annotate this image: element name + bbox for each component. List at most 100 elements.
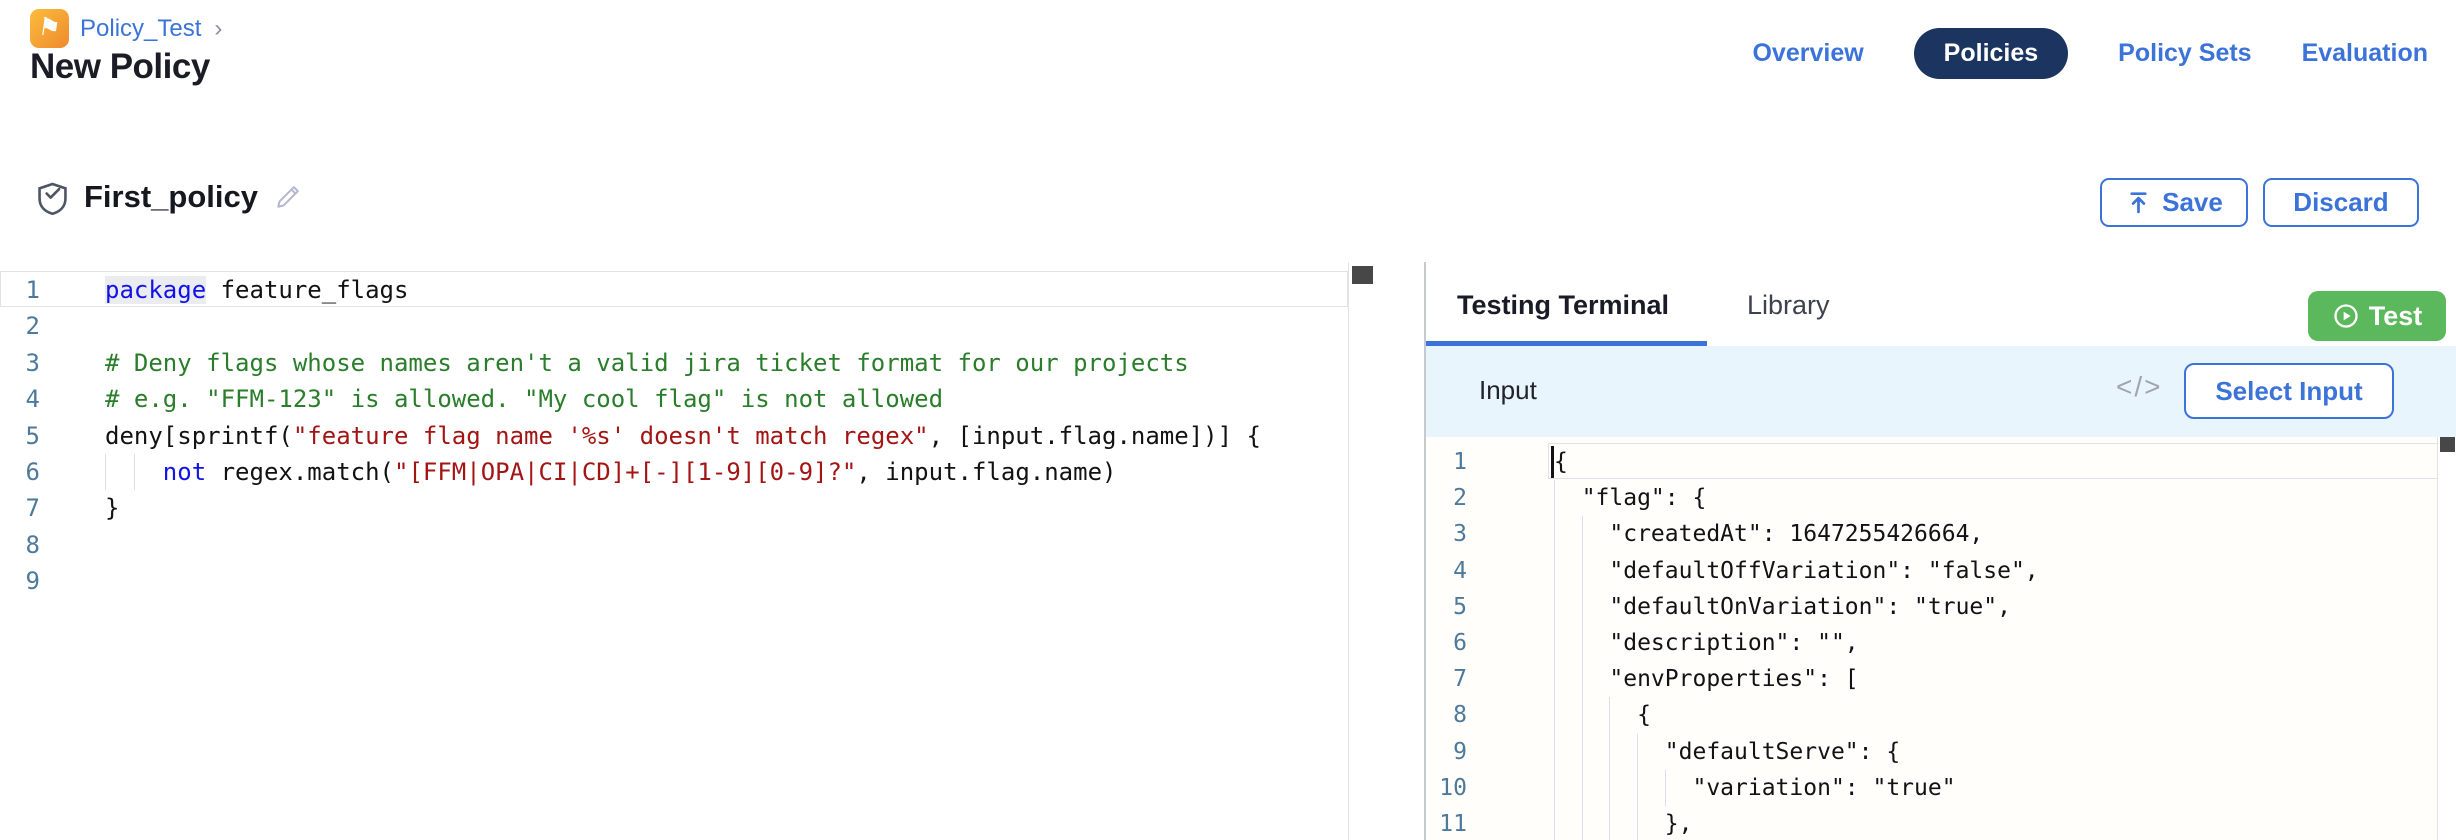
indent-guide xyxy=(1582,661,1583,697)
code-line[interactable]: 11 }, xyxy=(1426,806,2439,840)
code-text: "description": "", xyxy=(1467,625,2439,661)
indent-guide xyxy=(1637,734,1638,770)
play-icon xyxy=(2332,302,2360,330)
line-number: 6 xyxy=(1426,625,1467,661)
select-input-button[interactable]: Select Input xyxy=(2184,363,2394,419)
line-number: 7 xyxy=(0,490,40,526)
code-line[interactable]: 4# e.g. "FFM-123" is allowed. "My cool f… xyxy=(0,381,1348,417)
scrollbar-thumb[interactable] xyxy=(1352,266,1373,284)
input-section-title: Input xyxy=(1479,375,1537,406)
edit-policy-name-button[interactable] xyxy=(272,181,304,213)
code-token: "defaultOffVariation": "false", xyxy=(1554,558,2039,584)
code-token: "flag": { xyxy=(1554,485,1706,511)
code-line[interactable]: 5 "defaultOnVariation": "true", xyxy=(1426,589,2439,625)
code-line[interactable]: 9 "defaultServe": { xyxy=(1426,734,2439,770)
code-text: "defaultServe": { xyxy=(1467,734,2439,770)
code-token: "variation": "true" xyxy=(1554,775,1956,801)
text-cursor xyxy=(1551,446,1554,478)
code-line[interactable]: 7} xyxy=(0,490,1348,526)
pencil-icon xyxy=(272,181,304,213)
top-header: ⚑ Policy_Test › New Policy Overview Poli… xyxy=(0,0,2456,123)
code-line[interactable]: 2 "flag": { xyxy=(1426,480,2439,516)
line-number: 2 xyxy=(1426,480,1467,516)
input-json-editor[interactable]: 1{2 "flag": {3 "createdAt": 164725542666… xyxy=(1426,437,2439,840)
code-line[interactable]: 8 { xyxy=(1426,697,2439,733)
code-line[interactable]: 9 xyxy=(0,563,1348,599)
code-line[interactable]: 4 "defaultOffVariation": "false", xyxy=(1426,553,2439,589)
code-token: regex.match( xyxy=(206,458,394,486)
line-number: 5 xyxy=(0,418,40,454)
indent-guide xyxy=(105,454,106,490)
code-text: "envProperties": [ xyxy=(1467,661,2439,697)
nav-item-policies[interactable]: Policies xyxy=(1914,28,2069,79)
code-line[interactable]: 1{ xyxy=(1426,444,2439,480)
line-number: 2 xyxy=(0,308,40,344)
code-token: "feature flag name '%s' doesn't match re… xyxy=(293,422,929,450)
policy-editor-scrollbar[interactable] xyxy=(1348,262,1376,840)
code-token: # Deny flags whose names aren't a valid … xyxy=(105,349,1189,377)
indent-guide xyxy=(1554,589,1555,625)
code-line[interactable]: 6 not regex.match("[FFM|OPA|CI|CD]+[-][1… xyxy=(0,454,1348,490)
code-token: , input.flag.name) xyxy=(856,458,1116,486)
code-text: not regex.match("[FFM|OPA|CI|CD]+[-][1-9… xyxy=(40,454,1348,490)
code-text: "flag": { xyxy=(1467,480,2439,516)
indent-guide xyxy=(1582,553,1583,589)
code-token: feature_flags xyxy=(206,276,408,304)
line-number: 7 xyxy=(1426,661,1467,697)
code-view-icon[interactable]: </> xyxy=(2110,370,2168,404)
code-token: } xyxy=(105,494,119,522)
scrollbar-thumb[interactable] xyxy=(2440,437,2455,452)
code-line[interactable]: 6 "description": "", xyxy=(1426,625,2439,661)
input-editor-scrollbar[interactable] xyxy=(2437,437,2456,840)
line-number: 1 xyxy=(0,272,40,308)
code-text: deny[sprintf("feature flag name '%s' doe… xyxy=(40,418,1348,454)
line-number: 3 xyxy=(0,345,40,381)
code-text: "defaultOffVariation": "false", xyxy=(1467,553,2439,589)
breadcrumb-project-link[interactable]: Policy_Test xyxy=(80,15,201,43)
code-line[interactable]: 1 package feature_flags xyxy=(0,272,1348,308)
line-number: 5 xyxy=(1426,589,1467,625)
nav-item-evaluation[interactable]: Evaluation xyxy=(2302,39,2428,68)
indent-guide xyxy=(1582,806,1583,840)
page-title: New Policy xyxy=(30,47,210,87)
indent-guide xyxy=(1582,697,1583,733)
code-line[interactable]: 3 "createdAt": 1647255426664, xyxy=(1426,516,2439,552)
code-line[interactable]: 10 "variation": "true" xyxy=(1426,770,2439,806)
save-button-label: Save xyxy=(2162,187,2223,218)
indent-guide xyxy=(1582,625,1583,661)
indent-guide xyxy=(1665,770,1666,806)
code-line[interactable]: 3 # Deny flags whose names aren't a valid… xyxy=(0,345,1348,381)
code-line[interactable]: 5deny[sprintf("feature flag name '%s' do… xyxy=(0,418,1348,454)
policy-code-editor[interactable]: 1 package feature_flags 23 # Deny flags who… xyxy=(0,262,1348,840)
tab-library[interactable]: Library xyxy=(1747,290,1830,321)
code-token: # e.g. "FFM-123" is allowed. "My cool fl… xyxy=(105,385,943,413)
code-line[interactable]: 7 "envProperties": [ xyxy=(1426,661,2439,697)
save-button[interactable]: Save xyxy=(2100,178,2248,227)
page: ⚑ Policy_Test › New Policy Overview Poli… xyxy=(0,0,2456,840)
indent-guide xyxy=(1554,770,1555,806)
policy-name: First_policy xyxy=(84,179,258,215)
code-token: "[FFM|OPA|CI|CD]+[-][1-9][0-9]?" xyxy=(394,458,856,486)
testing-panel: Testing Terminal Library Test Input </> … xyxy=(1424,262,2456,840)
code-token: "envProperties": [ xyxy=(1554,666,1859,692)
breadcrumb: ⚑ Policy_Test › xyxy=(30,9,222,48)
code-text: "defaultOnVariation": "true", xyxy=(1467,589,2439,625)
testing-panel-tabs: Testing Terminal Library Test xyxy=(1426,262,2456,346)
nav-item-policy-sets[interactable]: Policy Sets xyxy=(2118,39,2251,68)
test-button[interactable]: Test xyxy=(2308,291,2446,341)
indent-guide xyxy=(1609,770,1610,806)
code-token: not xyxy=(163,458,206,486)
shield-check-icon xyxy=(34,180,71,217)
indent-guide xyxy=(1554,480,1555,516)
code-token: package xyxy=(105,276,206,304)
indent-guide xyxy=(1609,806,1610,840)
upload-icon xyxy=(2125,189,2152,216)
line-number: 4 xyxy=(1426,553,1467,589)
code-line[interactable]: 2 xyxy=(0,308,1348,344)
code-text: { xyxy=(1467,444,2439,480)
tab-testing-terminal[interactable]: Testing Terminal xyxy=(1457,290,1669,321)
discard-button[interactable]: Discard xyxy=(2263,178,2419,227)
nav-item-overview[interactable]: Overview xyxy=(1752,39,1863,68)
code-line[interactable]: 8 xyxy=(0,527,1348,563)
code-token: { xyxy=(1554,449,1568,475)
